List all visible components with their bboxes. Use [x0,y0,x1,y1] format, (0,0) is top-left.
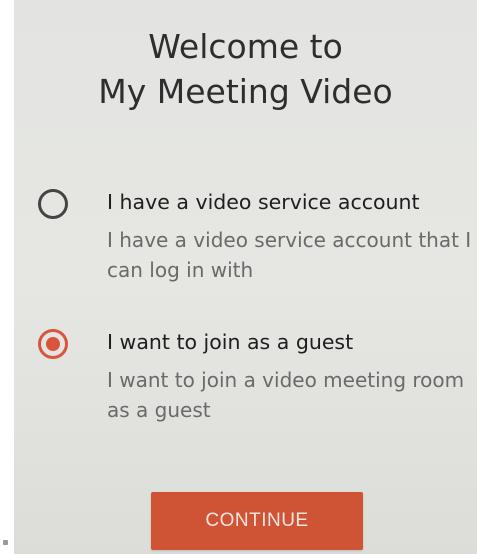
option-guest[interactable]: I want to join as a guest I want to join… [14,327,477,437]
title-line-2: My Meeting Video [98,72,393,111]
title-line-1: Welcome to [148,27,343,66]
continue-button[interactable]: CONTINUE [151,492,363,550]
option-guest-title: I want to join as a guest [107,330,354,354]
edge-marker [3,540,8,545]
option-guest-description: I want to join a video meeting room as a… [107,368,465,422]
radio-checked-icon[interactable] [38,329,68,359]
radio-unchecked-icon[interactable] [38,189,68,219]
option-account[interactable]: I have a video service account I have a … [14,187,477,297]
option-account-description: I have a video service account that I ca… [107,228,472,282]
option-account-title: I have a video service account [107,190,420,214]
welcome-screen: Welcome to My Meeting Video I have a vid… [14,0,477,554]
page-title: Welcome to My Meeting Video [14,24,477,114]
